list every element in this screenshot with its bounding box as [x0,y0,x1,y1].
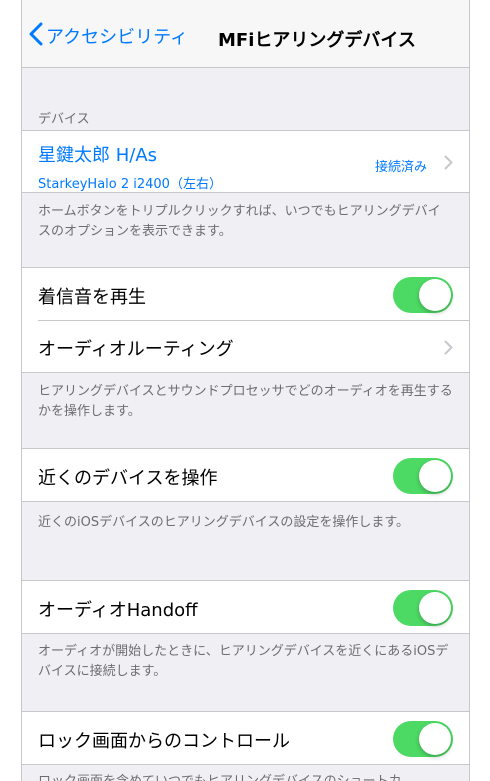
settings-screen: アクセシビリティ MFiヒアリングデバイス デバイス 星鍵太郎 H/As Sta… [21,0,470,781]
ringtone-row: 着信音を再生 [22,268,469,321]
navigation-bar: アクセシビリティ MFiヒアリングデバイス [22,0,469,68]
handoff-label: オーディオHandoff [38,600,198,621]
section-header-devices: デバイス [38,112,90,127]
chevron-right-icon [444,340,453,355]
nearby-group: 近くのデバイスを操作 [22,448,469,502]
lockscreen-row: ロック画面からのコントロール [22,712,469,765]
lockscreen-label: ロック画面からのコントロール [38,731,290,752]
device-model: StarkeyHalo 2 i2400（左右） [38,177,222,192]
handoff-row: オーディオHandoff [22,581,469,634]
chevron-right-icon [444,155,453,170]
audio-routing-label: オーディオルーティング [38,339,234,360]
audio-footer: ヒアリングデバイスとサウンドプロセッサでどのオーディオを再生するかを操作します。 [38,384,453,419]
nearby-row: 近くのデバイスを操作 [22,449,469,502]
handoff-toggle[interactable] [393,590,453,626]
device-group: 星鍵太郎 H/As StarkeyHalo 2 i2400（左右） 接続済み [22,130,469,193]
device-row[interactable]: 星鍵太郎 H/As StarkeyHalo 2 i2400（左右） 接続済み [22,131,469,193]
lockscreen-group: ロック画面からのコントロール [22,711,469,765]
audio-routing-row[interactable]: オーディオルーティング [22,321,469,373]
device-name: 星鍵太郎 H/As [38,145,158,166]
page-title: MFiヒアリングデバイス [218,30,416,51]
ringtone-label: 着信音を再生 [38,287,146,308]
nearby-footer: 近くのiOSデバイスのヒアリングデバイスの設定を操作します。 [38,515,410,530]
connection-status: 接続済み [374,160,427,175]
audio-group: 着信音を再生 オーディオルーティング [22,267,469,373]
handoff-footer: オーディオが開始したときに、ヒアリングデバイスを近くにあるiOSデバイスに接続し… [38,644,449,679]
nearby-toggle[interactable] [393,458,453,494]
lockscreen-toggle[interactable] [393,721,453,757]
lockscreen-footer: ロック画面を含めていつでもヒアリングデバイスのショートカ [38,772,453,781]
chevron-left-icon [28,22,44,50]
back-label: アクセシビリティ [46,27,189,48]
handoff-group: オーディオHandoff [22,580,469,634]
devices-footer: ホームボタンをトリプルクリックすれば、いつでもヒアリングデバイスのオプションを表… [38,204,441,239]
nearby-label: 近くのデバイスを操作 [38,468,218,489]
back-button[interactable]: アクセシビリティ [28,22,188,50]
ringtone-toggle[interactable] [393,277,453,313]
